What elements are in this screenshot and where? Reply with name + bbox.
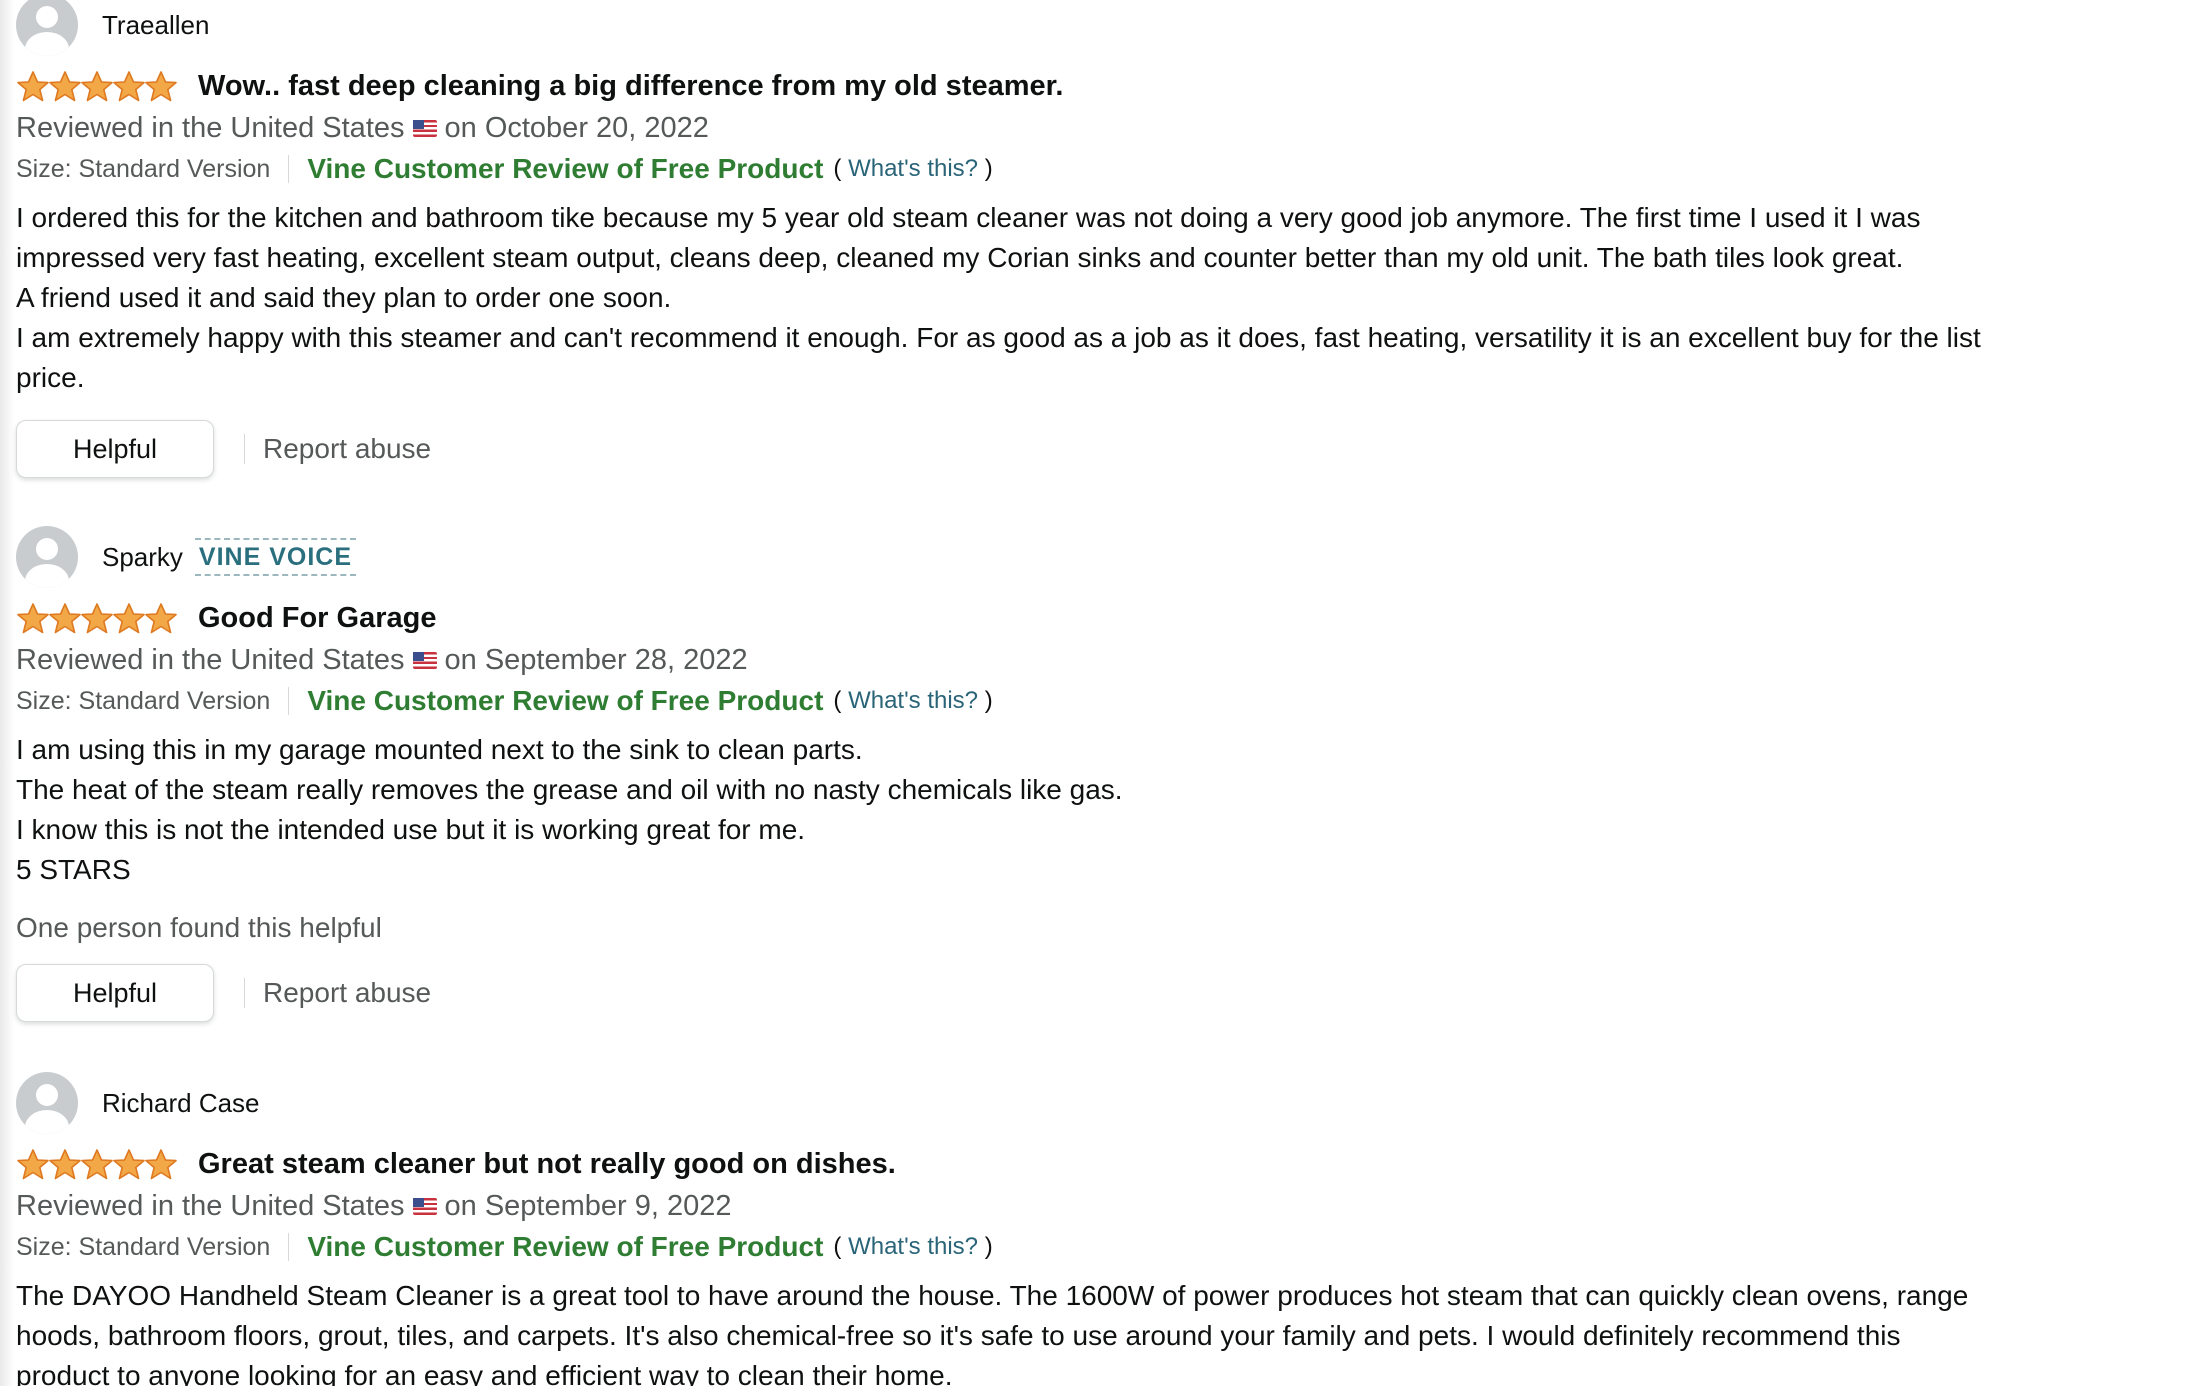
review-date-prefix: Reviewed in the United States xyxy=(16,644,405,676)
star-icon xyxy=(81,1148,113,1179)
star-icon xyxy=(49,1148,81,1179)
reviewer-name[interactable]: Traeallen xyxy=(102,10,209,41)
review-body: I am using this in my garage mounted nex… xyxy=(16,730,2136,890)
divider xyxy=(288,155,290,183)
reviewer-name[interactable]: Richard Case xyxy=(102,1088,260,1119)
whats-this-group: ( What's this? ) xyxy=(833,1233,993,1260)
star-icon xyxy=(17,70,49,101)
review-body-line: A friend used it and said they plan to o… xyxy=(16,282,672,313)
star-icon xyxy=(145,1148,177,1179)
star-icon xyxy=(49,70,81,101)
reviewer-profile[interactable]: Richard Case xyxy=(16,1072,2136,1134)
whats-this-group: ( What's this? ) xyxy=(833,687,993,714)
review-body: I ordered this for the kitchen and bathr… xyxy=(16,198,2136,398)
us-flag-icon xyxy=(412,1197,437,1215)
review-body-line: I am extremely happy with this steamer a… xyxy=(16,322,1981,353)
review-body-line: The heat of the steam really removes the… xyxy=(16,774,1123,805)
whats-this-group: ( What's this? ) xyxy=(833,155,993,182)
reviewer-name[interactable]: Sparky xyxy=(102,542,183,573)
vine-review-label: Vine Customer Review of Free Product xyxy=(307,153,824,184)
review-body-line: impressed very fast heating, excellent s… xyxy=(16,242,1904,273)
vine-review-label: Vine Customer Review of Free Product xyxy=(307,685,824,716)
divider xyxy=(244,978,245,1008)
review-body-line: I know this is not the intended use but … xyxy=(16,814,806,845)
review-card: Traeallen Wow.. fast deep cleaning a big… xyxy=(16,0,2136,480)
vine-review-label: Vine Customer Review of Free Product xyxy=(307,1231,824,1262)
report-abuse-link[interactable]: Report abuse xyxy=(263,433,431,465)
star-icon xyxy=(81,70,113,101)
review-title[interactable]: Good For Garage xyxy=(198,602,436,635)
reviewer-profile[interactable]: Traeallen xyxy=(16,0,2136,56)
review-card: Sparky VINE VOICE Good For Garage Review… xyxy=(16,526,2136,1024)
star-rating[interactable] xyxy=(16,602,177,635)
reviewer-profile[interactable]: Sparky VINE VOICE xyxy=(16,526,2136,588)
review-date-suffix: on September 28, 2022 xyxy=(444,644,748,676)
us-flag-icon xyxy=(412,119,437,137)
divider xyxy=(244,434,245,464)
star-icon xyxy=(17,602,49,633)
star-icon xyxy=(113,70,145,101)
review-body-line: The DAYOO Handheld Steam Cleaner is a gr… xyxy=(16,1280,1969,1311)
vine-voice-badge[interactable]: VINE VOICE xyxy=(194,538,357,576)
review-card: Richard Case Great steam cleaner but not… xyxy=(16,1072,2136,1386)
divider xyxy=(288,1233,290,1261)
review-body-line: product to anyone looking for an easy an… xyxy=(16,1360,953,1386)
star-icon xyxy=(17,1148,49,1179)
avatar-icon xyxy=(16,526,78,588)
review-body: The DAYOO Handheld Steam Cleaner is a gr… xyxy=(16,1276,2136,1386)
avatar-icon xyxy=(16,0,78,56)
report-abuse-link[interactable]: Report abuse xyxy=(263,977,431,1009)
review-date-prefix: Reviewed in the United States xyxy=(16,112,405,144)
helpful-button[interactable]: Helpful xyxy=(16,964,214,1022)
review-body-line: price. xyxy=(16,362,85,393)
review-title[interactable]: Wow.. fast deep cleaning a big differenc… xyxy=(198,70,1063,103)
review-date: Reviewed in the United States on Septemb… xyxy=(16,640,2136,680)
helpful-count: One person found this helpful xyxy=(16,912,382,943)
page-edge-shade xyxy=(0,0,14,1386)
avatar-icon xyxy=(16,1072,78,1134)
star-icon xyxy=(145,70,177,101)
review-title[interactable]: Great steam cleaner but not really good … xyxy=(198,1148,896,1181)
product-format[interactable]: Size: Standard Version xyxy=(16,687,270,716)
us-flag-icon xyxy=(412,651,437,669)
review-date: Reviewed in the United States on October… xyxy=(16,108,2136,148)
star-rating[interactable] xyxy=(16,70,177,103)
product-format[interactable]: Size: Standard Version xyxy=(16,155,270,184)
whats-this-link[interactable]: What's this? xyxy=(848,155,978,182)
whats-this-link[interactable]: What's this? xyxy=(848,687,978,714)
star-icon xyxy=(113,602,145,633)
review-body-line: 5 STARS xyxy=(16,854,131,885)
review-date-prefix: Reviewed in the United States xyxy=(16,1190,405,1222)
star-icon xyxy=(49,602,81,633)
review-date-suffix: on October 20, 2022 xyxy=(444,112,709,144)
star-icon xyxy=(113,1148,145,1179)
review-body-line: I am using this in my garage mounted nex… xyxy=(16,734,863,765)
review-date-suffix: on September 9, 2022 xyxy=(444,1190,732,1222)
divider xyxy=(288,687,290,715)
review-date: Reviewed in the United States on Septemb… xyxy=(16,1186,2136,1226)
whats-this-link[interactable]: What's this? xyxy=(848,1233,978,1260)
helpful-button[interactable]: Helpful xyxy=(16,420,214,478)
product-format[interactable]: Size: Standard Version xyxy=(16,1233,270,1262)
star-icon xyxy=(145,602,177,633)
review-body-line: hoods, bathroom floors, grout, tiles, an… xyxy=(16,1320,1901,1351)
star-rating[interactable] xyxy=(16,1148,177,1181)
review-body-line: I ordered this for the kitchen and bathr… xyxy=(16,202,1921,233)
star-icon xyxy=(81,602,113,633)
